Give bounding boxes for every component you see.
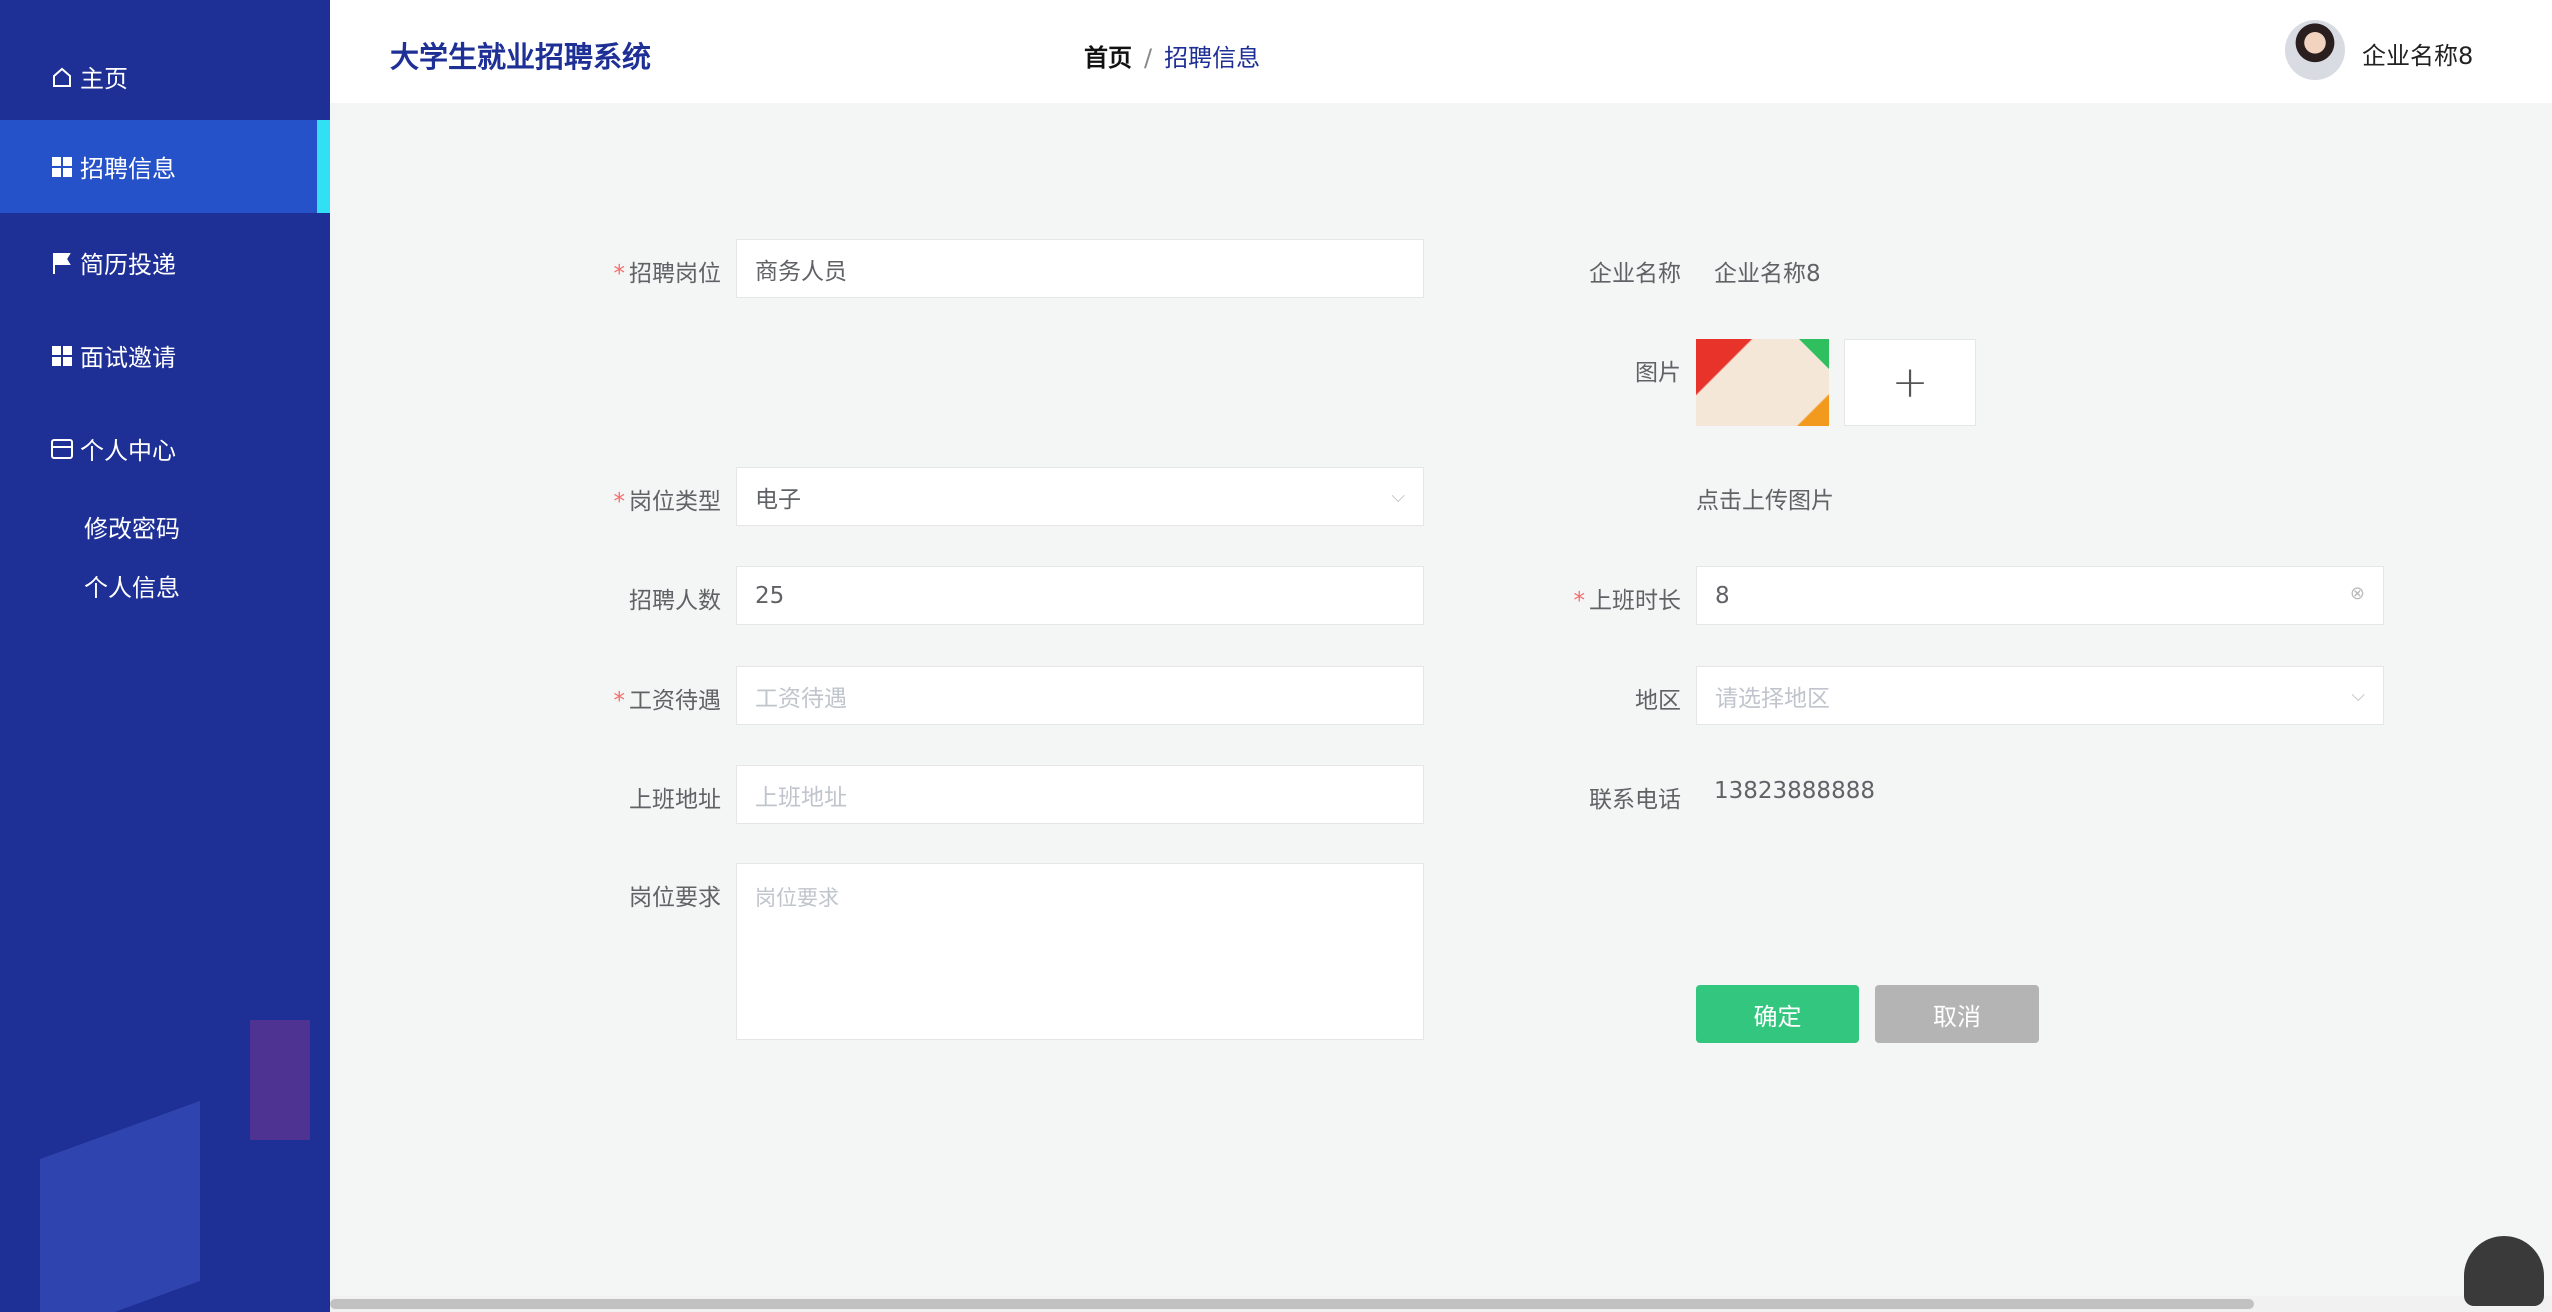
sidebar-subitem-change-password[interactable]: 修改密码 bbox=[84, 509, 180, 544]
avatar[interactable] bbox=[2285, 20, 2345, 80]
header: 大学生就业招聘系统 首页 / 招聘信息 企业名称8 bbox=[330, 0, 2552, 103]
app-title: 大学生就业招聘系统 bbox=[390, 40, 652, 74]
chevron-down-icon: ⌵ bbox=[2351, 685, 2365, 706]
required-mark: * bbox=[613, 261, 626, 287]
input-value: 8 bbox=[1715, 582, 1730, 609]
headcount-input[interactable]: 25 bbox=[736, 566, 1424, 625]
sidebar-item-label: 招聘信息 bbox=[80, 155, 176, 183]
address-input[interactable]: 上班地址 bbox=[736, 765, 1424, 824]
phone-label: 联系电话 bbox=[1589, 787, 1681, 813]
label-text: 工资待遇 bbox=[629, 688, 721, 714]
requirements-textarea[interactable]: 岗位要求 bbox=[736, 863, 1424, 1040]
decoration bbox=[40, 1100, 200, 1312]
sidebar-item-label: 主页 bbox=[80, 65, 128, 93]
flag-icon bbox=[50, 251, 74, 275]
sidebar-item-profile[interactable]: 个人中心 bbox=[0, 402, 330, 495]
position-label: * 招聘岗位 bbox=[521, 254, 722, 288]
salary-label: * 工资待遇 bbox=[521, 681, 722, 715]
decoration bbox=[250, 1020, 310, 1140]
sidebar-item-label: 面试邀请 bbox=[80, 344, 176, 372]
job-type-label: * 岗位类型 bbox=[521, 482, 722, 516]
label-text: 岗位类型 bbox=[629, 489, 721, 515]
sidebar-item-label: 简历投递 bbox=[80, 251, 176, 279]
sidebar-item-resume[interactable]: 简历投递 bbox=[0, 216, 330, 309]
sidebar-item-recruitment[interactable]: 招聘信息 bbox=[0, 120, 330, 213]
breadcrumb-current: 招聘信息 bbox=[1164, 44, 1261, 72]
grid-icon bbox=[50, 155, 74, 179]
scrollbar-thumb[interactable] bbox=[330, 1299, 2254, 1309]
sidebar: 主页 招聘信息 简历投递 面试邀请 个人中心 修改密码 个人信息 bbox=[0, 0, 330, 1312]
breadcrumb: 首页 / 招聘信息 bbox=[1084, 38, 1260, 73]
breadcrumb-home[interactable]: 首页 bbox=[1084, 44, 1132, 72]
breadcrumb-separator: / bbox=[1144, 44, 1153, 72]
hours-label: * 上班时长 bbox=[1481, 581, 1682, 615]
requirements-label: 岗位要求 bbox=[629, 885, 721, 911]
required-mark: * bbox=[1573, 588, 1586, 614]
image-label: 图片 bbox=[1635, 360, 1681, 386]
clear-icon[interactable]: ⊗ bbox=[2350, 583, 2365, 604]
chevron-down-icon: ⌵ bbox=[1391, 486, 1405, 507]
company-label: 企业名称 bbox=[1589, 261, 1681, 287]
horizontal-scrollbar[interactable] bbox=[330, 1296, 2552, 1312]
home-icon bbox=[50, 65, 74, 89]
region-select[interactable]: 请选择地区 ⌵ bbox=[1696, 666, 2384, 725]
cancel-button[interactable]: 取消 bbox=[1875, 985, 2039, 1043]
select-placeholder: 请选择地区 bbox=[1715, 685, 1830, 712]
company-value: 企业名称8 bbox=[1714, 261, 1821, 287]
sidebar-item-interview[interactable]: 面试邀请 bbox=[0, 309, 330, 402]
sidebar-item-label: 个人中心 bbox=[80, 437, 176, 465]
label-text: 招聘岗位 bbox=[629, 261, 721, 287]
required-mark: * bbox=[613, 688, 626, 714]
confirm-button[interactable]: 确定 bbox=[1696, 985, 1859, 1043]
region-label: 地区 bbox=[1635, 688, 1681, 714]
salary-input[interactable]: 工资待遇 bbox=[736, 666, 1424, 725]
select-value: 电子 bbox=[755, 486, 801, 513]
sidebar-item-home[interactable]: 主页 bbox=[0, 30, 330, 123]
mascot-widget[interactable] bbox=[2464, 1236, 2544, 1306]
headcount-label: 招聘人数 bbox=[629, 588, 721, 614]
label-text: 上班时长 bbox=[1589, 588, 1681, 614]
hours-input[interactable]: 8 ⊗ bbox=[1696, 566, 2384, 625]
required-mark: * bbox=[613, 489, 626, 515]
job-type-select[interactable]: 电子 ⌵ bbox=[736, 467, 1424, 526]
sidebar-subitem-personal-info[interactable]: 个人信息 bbox=[84, 568, 180, 603]
uploaded-image-thumbnail[interactable] bbox=[1696, 339, 1829, 426]
plus-icon: + bbox=[1891, 357, 1929, 408]
address-label: 上班地址 bbox=[629, 787, 721, 813]
upload-hint[interactable]: 点击上传图片 bbox=[1696, 481, 1834, 515]
wallet-icon bbox=[50, 437, 74, 461]
username[interactable]: 企业名称8 bbox=[2362, 36, 2473, 71]
grid-icon bbox=[50, 344, 74, 368]
position-input[interactable]: 商务人员 bbox=[736, 239, 1424, 298]
upload-plus-button[interactable]: + bbox=[1844, 339, 1976, 426]
phone-value: 13823888888 bbox=[1714, 778, 1875, 804]
